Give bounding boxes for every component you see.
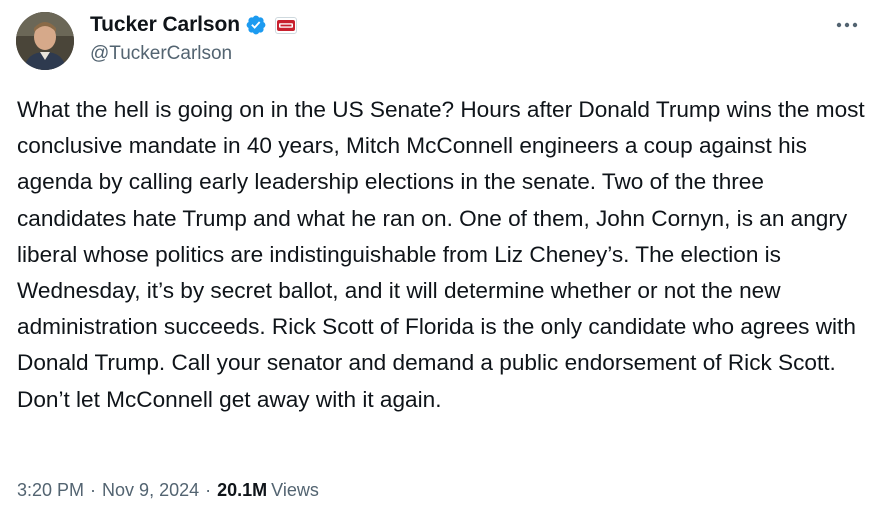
- meta-separator: ·: [205, 480, 212, 500]
- tweet-meta: 3:20 PM · Nov 9, 2024 · 20.1M Views: [17, 480, 319, 501]
- tweet-date[interactable]: Nov 9, 2024: [102, 480, 199, 501]
- verified-badge-icon[interactable]: [245, 14, 267, 36]
- tcn-logo-icon[interactable]: [274, 16, 297, 34]
- views-label: Views: [271, 480, 319, 500]
- views-count: 20.1M: [217, 480, 268, 500]
- meta-separator: ·: [90, 480, 97, 500]
- tweet: Tucker Carlson @TuckerCarlson What the h…: [0, 0, 880, 514]
- more-dots-icon: [836, 22, 858, 28]
- more-options-button[interactable]: [832, 10, 862, 40]
- tweet-time[interactable]: 3:20 PM: [17, 480, 84, 501]
- tweet-text: What the hell is going on in the US Sena…: [17, 97, 865, 412]
- author-display-name[interactable]: Tucker Carlson: [90, 13, 240, 37]
- author-name-row: Tucker Carlson: [90, 12, 297, 38]
- avatar[interactable]: [16, 12, 74, 70]
- profile-photo-icon: [16, 12, 74, 70]
- author-handle[interactable]: @TuckerCarlson: [90, 43, 232, 65]
